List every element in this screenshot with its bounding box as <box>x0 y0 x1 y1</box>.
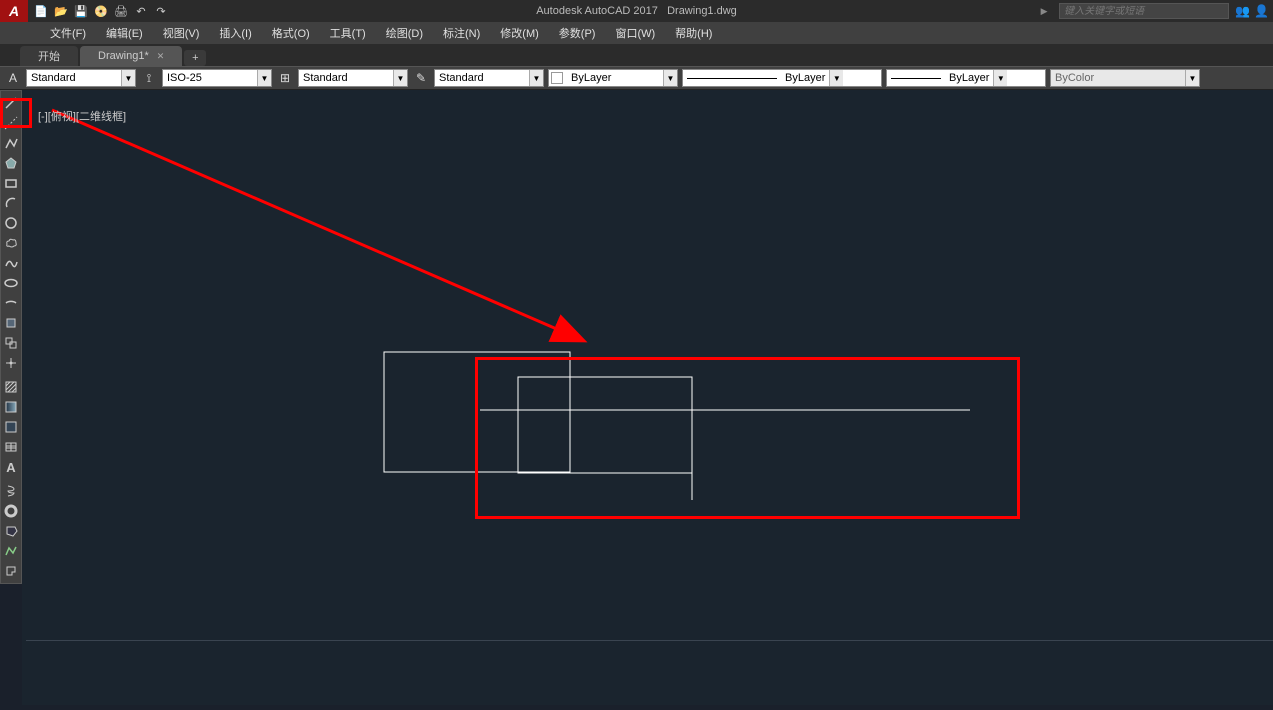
exchange-icon[interactable]: 👤 <box>1254 4 1269 18</box>
lineweight-dropdown[interactable]: ByLayer▼ <box>886 69 1046 87</box>
table-style-icon[interactable]: ⊞ <box>276 69 294 87</box>
dim-style-dropdown[interactable]: ISO-25▼ <box>162 69 272 87</box>
plotstyle-dropdown[interactable]: ByColor▼ <box>1050 69 1200 87</box>
3dpoly-tool-icon[interactable] <box>1 541 21 561</box>
signin-icon[interactable]: 👥 <box>1235 4 1250 18</box>
redo-icon[interactable]: ↷ <box>152 2 170 20</box>
menu-insert[interactable]: 插入(I) <box>209 22 261 44</box>
lineweight-preview-icon <box>891 78 941 79</box>
mleader-style-dropdown[interactable]: Standard▼ <box>434 69 544 87</box>
wipeout-tool-icon[interactable] <box>1 521 21 541</box>
undo-icon[interactable]: ↶ <box>132 2 150 20</box>
table-tool-icon[interactable] <box>1 437 21 457</box>
app-logo[interactable]: A <box>0 0 28 22</box>
arc-tool-icon[interactable] <box>1 193 21 213</box>
title-right: ▶ 👥 👤 <box>1035 2 1269 20</box>
window-title: Autodesk AutoCAD 2017 Drawing1.dwg <box>536 5 737 17</box>
chevron-down-icon: ▼ <box>257 70 271 86</box>
menu-draw[interactable]: 绘图(D) <box>376 22 433 44</box>
tab-bar: 开始 Drawing1* ✕ + <box>0 44 1273 66</box>
hatch-tool-icon[interactable] <box>1 377 21 397</box>
chevron-down-icon: ▼ <box>529 70 543 86</box>
drawing-canvas[interactable]: [-][俯视][二维线框] <box>22 90 1273 705</box>
new-icon[interactable]: 📄 <box>32 2 50 20</box>
tab-drawing1[interactable]: Drawing1* ✕ <box>80 46 182 66</box>
close-icon[interactable]: ✕ <box>157 51 165 62</box>
circle-tool-icon[interactable] <box>1 213 21 233</box>
spline-tool-icon[interactable] <box>1 253 21 273</box>
linetype-dropdown[interactable]: ByLayer▼ <box>682 69 882 87</box>
boundary-tool-icon[interactable] <box>1 561 21 581</box>
viewport-label[interactable]: [-][俯视][二维线框] <box>38 108 126 124</box>
chevron-down-icon: ▼ <box>663 70 677 86</box>
text-style-dropdown[interactable]: Standard▼ <box>26 69 136 87</box>
menu-view[interactable]: 视图(V) <box>153 22 210 44</box>
table-style-dropdown[interactable]: Standard▼ <box>298 69 408 87</box>
revision-cloud-icon[interactable] <box>1 233 21 253</box>
layer-color-dropdown[interactable]: ByLayer▼ <box>548 69 678 87</box>
search-input[interactable] <box>1059 3 1229 19</box>
donut-tool-icon[interactable] <box>1 501 21 521</box>
menu-dimension[interactable]: 标注(N) <box>433 22 490 44</box>
chevron-down-icon: ▼ <box>121 70 135 86</box>
insert-block-icon[interactable] <box>1 313 21 333</box>
draw-toolbar: A <box>0 90 22 584</box>
menu-modify[interactable]: 修改(M) <box>490 22 549 44</box>
menu-help[interactable]: 帮助(H) <box>665 22 722 44</box>
construction-line-icon[interactable] <box>1 113 21 133</box>
line-tool-icon[interactable] <box>1 93 21 113</box>
scrollbar-track <box>26 640 1273 641</box>
polyline-tool-icon[interactable] <box>1 133 21 153</box>
menu-window[interactable]: 窗口(W) <box>605 22 665 44</box>
rectangle-tool-icon[interactable] <box>1 173 21 193</box>
chevron-down-icon: ▼ <box>993 70 1007 86</box>
canvas-content <box>22 90 1273 705</box>
text-style-icon[interactable]: A <box>4 69 22 87</box>
point-tool-icon[interactable] <box>1 353 21 373</box>
chevron-right-icon[interactable]: ▶ <box>1035 2 1053 20</box>
quick-access-toolbar: 📄 📂 💾 📀 🖨 ↶ ↷ <box>32 2 170 20</box>
save-icon[interactable]: 💾 <box>72 2 90 20</box>
menu-tools[interactable]: 工具(T) <box>320 22 376 44</box>
tab-start[interactable]: 开始 <box>20 46 78 66</box>
gradient-tool-icon[interactable] <box>1 397 21 417</box>
menu-edit[interactable]: 编辑(E) <box>96 22 153 44</box>
title-bar: A 📄 📂 💾 📀 🖨 ↶ ↷ Autodesk AutoCAD 2017 Dr… <box>0 0 1273 22</box>
region-tool-icon[interactable] <box>1 417 21 437</box>
saveas-icon[interactable]: 📀 <box>92 2 110 20</box>
menu-bar: 文件(F) 编辑(E) 视图(V) 插入(I) 格式(O) 工具(T) 绘图(D… <box>0 22 1273 44</box>
open-icon[interactable]: 📂 <box>52 2 70 20</box>
make-block-icon[interactable] <box>1 333 21 353</box>
mtext-tool-icon[interactable]: A <box>1 457 21 477</box>
chevron-down-icon: ▼ <box>1185 70 1199 86</box>
chevron-down-icon: ▼ <box>393 70 407 86</box>
menu-format[interactable]: 格式(O) <box>262 22 320 44</box>
polygon-tool-icon[interactable] <box>1 153 21 173</box>
style-toolbar: A Standard▼ ⟟ ISO-25▼ ⊞ Standard▼ ✎ Stan… <box>0 66 1273 90</box>
print-icon[interactable]: 🖨 <box>112 2 130 20</box>
ellipse-tool-icon[interactable] <box>1 273 21 293</box>
chevron-down-icon: ▼ <box>829 70 843 86</box>
menu-parametric[interactable]: 参数(P) <box>549 22 606 44</box>
linetype-preview-icon <box>687 78 777 79</box>
ellipse-arc-icon[interactable] <box>1 293 21 313</box>
helix-tool-icon[interactable] <box>1 481 21 501</box>
mleader-style-icon[interactable]: ✎ <box>412 69 430 87</box>
menu-file[interactable]: 文件(F) <box>40 22 96 44</box>
tab-add[interactable]: + <box>184 50 206 66</box>
color-swatch-icon <box>551 72 563 84</box>
dim-style-icon[interactable]: ⟟ <box>140 69 158 87</box>
